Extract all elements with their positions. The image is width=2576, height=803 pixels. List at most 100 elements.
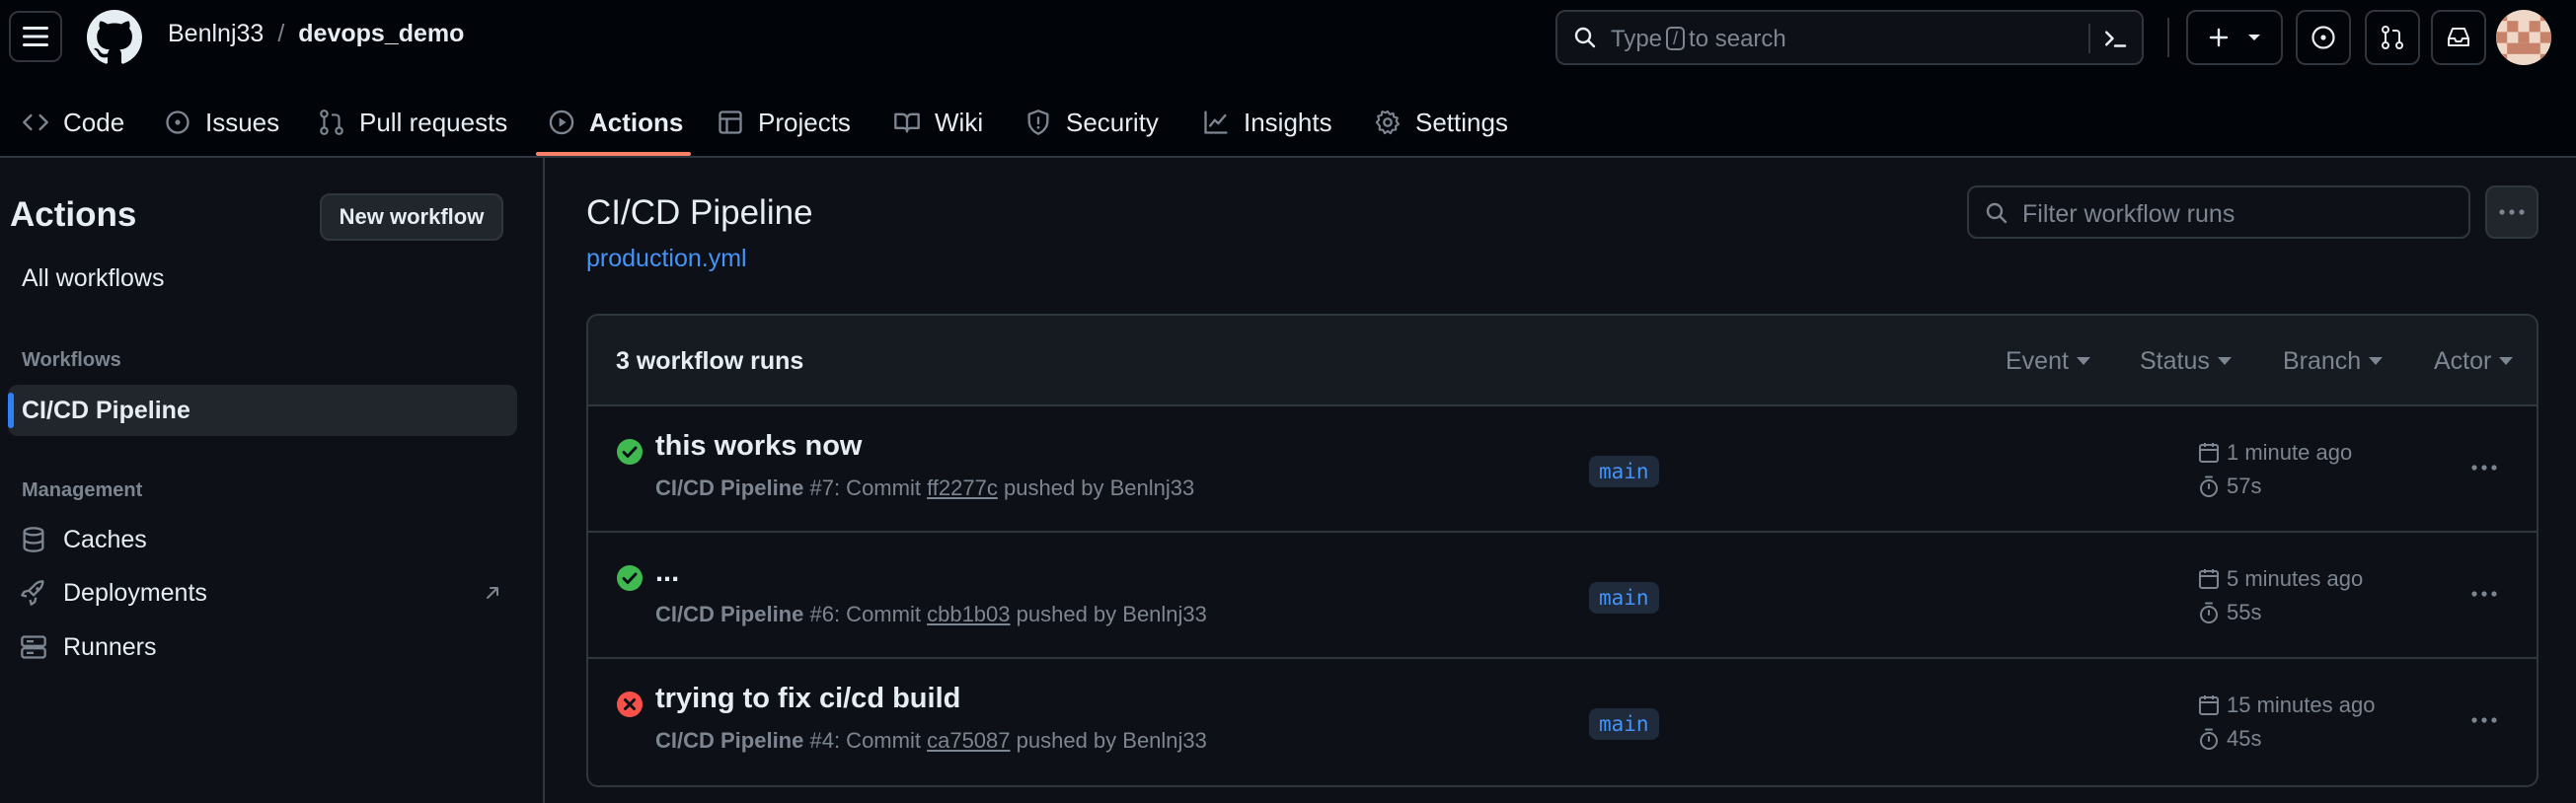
tab-actions[interactable]: Actions bbox=[548, 99, 683, 146]
tab-code[interactable]: Code bbox=[22, 99, 124, 146]
branch-label[interactable]: main bbox=[1589, 708, 1659, 740]
stopwatch-icon bbox=[2200, 475, 2218, 497]
new-workflow-button[interactable]: New workflow bbox=[320, 193, 503, 241]
branch-label[interactable]: main bbox=[1589, 456, 1659, 487]
event-filter-label: Event bbox=[2006, 347, 2069, 375]
management-heading: Management bbox=[22, 479, 143, 501]
sidebar-item-runners[interactable]: Runners bbox=[20, 627, 157, 667]
workflows-heading: Workflows bbox=[22, 349, 121, 371]
workflow-run-count: 3 workflow runs bbox=[616, 347, 804, 375]
run-time-ago: 1 minute ago bbox=[2197, 440, 2352, 466]
stopwatch-icon bbox=[2200, 728, 2218, 750]
actor-filter-label: Actor bbox=[2434, 347, 2492, 375]
issue-icon bbox=[166, 110, 189, 134]
run-title[interactable]: trying to fix ci/cd build bbox=[655, 683, 960, 715]
run-meta: CI/CD Pipeline #7: Commit ff2277c pushed… bbox=[655, 475, 1194, 501]
shield-icon bbox=[1027, 110, 1049, 135]
menu-button[interactable] bbox=[9, 11, 62, 62]
rocket-icon bbox=[21, 580, 44, 606]
sidebar-item-caches-label: Caches bbox=[63, 525, 147, 553]
actions-sidebar: Actions New workflow All workflows Workf… bbox=[0, 158, 545, 803]
sidebar-item-cicd-pipeline[interactable]: CI/CD Pipeline bbox=[22, 397, 190, 425]
search-placeholder-pre: Type bbox=[1611, 26, 1663, 52]
tab-code-label: Code bbox=[63, 107, 125, 137]
pull-requests-button[interactable] bbox=[2365, 10, 2420, 65]
tab-wiki[interactable]: Wiki bbox=[893, 99, 983, 146]
run-workflow-name: CI/CD Pipeline bbox=[655, 728, 804, 753]
breadcrumb-owner[interactable]: Benlnj33 bbox=[168, 20, 264, 47]
search-placeholder: Type / to search bbox=[1611, 26, 1786, 53]
tab-projects[interactable]: Projects bbox=[717, 99, 851, 146]
run-title[interactable]: this works now bbox=[655, 430, 862, 463]
tab-settings[interactable]: Settings bbox=[1374, 99, 1508, 146]
run-duration-text: 57s bbox=[2227, 474, 2262, 498]
inbox-icon bbox=[2448, 28, 2469, 46]
run-duration-text: 45s bbox=[2227, 726, 2262, 751]
workflow-run-row[interactable]: ... CI/CD Pipeline #6: Commit cbb1b03 pu… bbox=[588, 533, 2537, 659]
tab-wiki-label: Wiki bbox=[935, 107, 984, 137]
caret-down-icon bbox=[2369, 357, 2384, 365]
page-title: CI/CD Pipeline bbox=[586, 193, 813, 232]
branch-filter-label: Branch bbox=[2283, 347, 2362, 375]
event-filter-dropdown[interactable]: Event bbox=[2006, 347, 2090, 376]
status-filter-dropdown[interactable]: Status bbox=[2140, 347, 2232, 376]
kebab-horizontal-icon bbox=[2471, 717, 2497, 723]
kebab-horizontal-icon bbox=[2471, 591, 2497, 597]
book-icon bbox=[894, 112, 920, 133]
run-duration: 45s bbox=[2197, 726, 2261, 752]
workflow-run-row[interactable]: trying to fix ci/cd build CI/CD Pipeline… bbox=[588, 659, 2537, 785]
workflow-run-row[interactable]: this works now CI/CD Pipeline #7: Commit… bbox=[588, 406, 2537, 533]
active-tab-indicator bbox=[536, 152, 691, 156]
inbox-button[interactable] bbox=[2431, 10, 2486, 65]
table-icon bbox=[719, 110, 742, 134]
workflow-options-button[interactable] bbox=[2485, 185, 2538, 239]
sidebar-item-all-workflows[interactable]: All workflows bbox=[22, 264, 164, 293]
command-palette-icon[interactable] bbox=[2100, 24, 2130, 53]
workflow-file-link[interactable]: production.yml bbox=[586, 245, 747, 273]
tab-settings-label: Settings bbox=[1415, 107, 1508, 137]
commit-sha-link[interactable]: ca75087 bbox=[927, 728, 1010, 753]
avatar-image bbox=[2496, 10, 2551, 65]
stopwatch-icon bbox=[2200, 602, 2218, 623]
run-options-button[interactable] bbox=[2460, 448, 2509, 487]
run-meta: CI/CD Pipeline #4: Commit ca75087 pushed… bbox=[655, 728, 1207, 754]
commit-sha-link[interactable]: ff2277c bbox=[927, 475, 998, 500]
global-search-input[interactable]: Type / to search bbox=[1555, 10, 2144, 65]
user-avatar[interactable] bbox=[2496, 10, 2551, 65]
tab-security[interactable]: Security bbox=[1024, 99, 1159, 146]
commit-sha-link[interactable]: cbb1b03 bbox=[927, 602, 1010, 626]
filter-placeholder: Filter workflow runs bbox=[2022, 200, 2235, 228]
calendar-icon bbox=[2199, 695, 2219, 715]
filter-workflow-runs-input[interactable]: Filter workflow runs bbox=[1967, 185, 2470, 239]
tab-issues-label: Issues bbox=[205, 107, 280, 137]
run-time-ago-text: 15 minutes ago bbox=[2227, 693, 2376, 717]
kebab-horizontal-icon bbox=[2471, 465, 2497, 471]
branch-label[interactable]: main bbox=[1589, 582, 1659, 614]
sidebar-item-deployments[interactable]: Deployments bbox=[20, 573, 513, 613]
issues-button[interactable] bbox=[2296, 10, 2351, 65]
breadcrumb-repo[interactable]: devops_demo bbox=[298, 20, 464, 47]
breadcrumb-separator: / bbox=[277, 20, 285, 47]
tab-pull-requests-label: Pull requests bbox=[359, 107, 508, 137]
run-number: #4: Commit bbox=[809, 728, 921, 753]
sidebar-item-caches[interactable]: Caches bbox=[20, 520, 147, 559]
external-link-arrow-icon bbox=[487, 587, 498, 599]
github-logo-icon[interactable] bbox=[87, 10, 142, 65]
run-title[interactable]: ... bbox=[655, 556, 679, 589]
issue-opened-icon bbox=[2311, 26, 2335, 49]
tab-insights[interactable]: Insights bbox=[1202, 99, 1332, 146]
branch-filter-dropdown[interactable]: Branch bbox=[2283, 347, 2384, 376]
tab-issues[interactable]: Issues bbox=[164, 99, 279, 146]
run-options-button[interactable] bbox=[2460, 574, 2509, 614]
sidebar-title: Actions bbox=[10, 195, 137, 234]
create-new-button[interactable] bbox=[2186, 10, 2283, 65]
calendar-icon bbox=[2199, 569, 2219, 589]
search-icon bbox=[1574, 27, 1596, 48]
run-options-button[interactable] bbox=[2460, 700, 2509, 740]
breadcrumb: Benlnj33 / devops_demo bbox=[168, 20, 464, 48]
run-workflow-name: CI/CD Pipeline bbox=[655, 602, 804, 626]
tab-pull-requests[interactable]: Pull requests bbox=[318, 99, 507, 146]
play-icon bbox=[549, 110, 574, 135]
actor-filter-dropdown[interactable]: Actor bbox=[2434, 347, 2514, 376]
status-filter-label: Status bbox=[2140, 347, 2210, 375]
